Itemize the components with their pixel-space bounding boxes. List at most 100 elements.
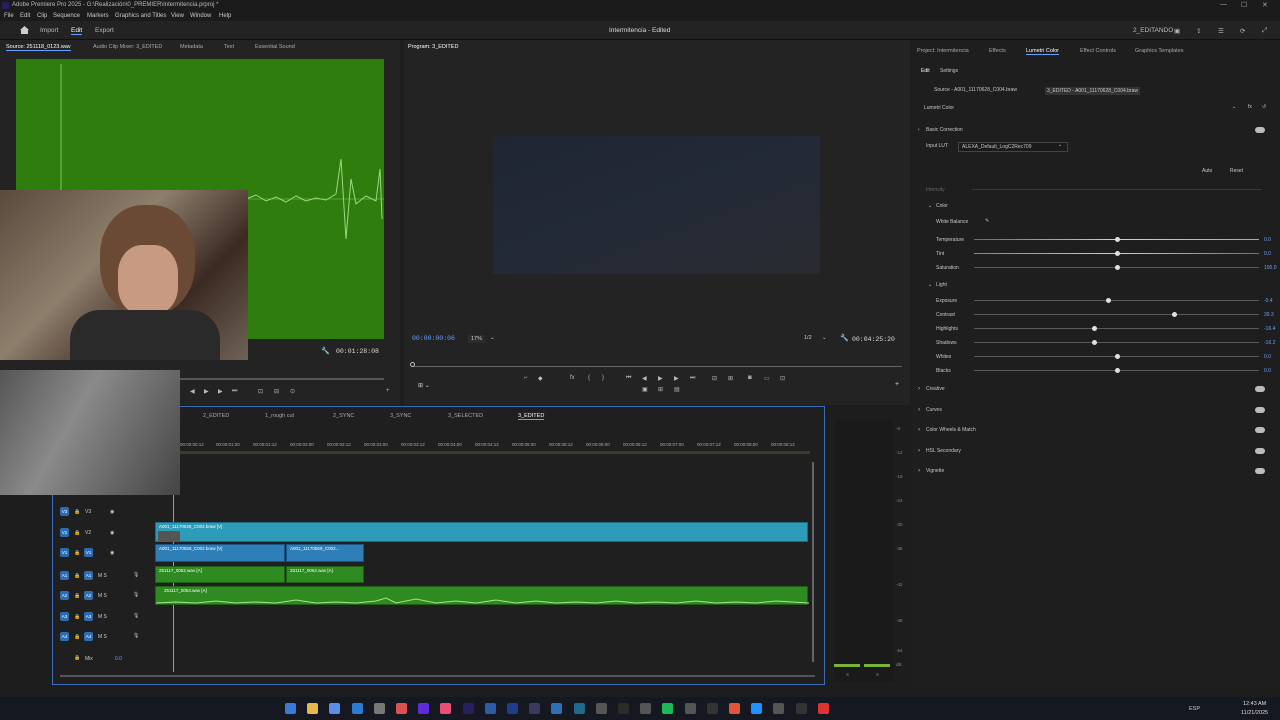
tab-import[interactable]: Import [40, 27, 58, 34]
menu-edit[interactable]: Edit [20, 13, 30, 19]
panels-icon[interactable]: ☰ [1218, 27, 1224, 35]
multicam-icon[interactable]: ▤ [674, 386, 680, 393]
tab-project[interactable]: Project: Intermitencia [917, 48, 969, 54]
meter-solo-left[interactable]: S [846, 672, 849, 677]
mic-icon[interactable]: 🎙 [133, 592, 139, 598]
extract-icon[interactable]: ⊞ [728, 375, 733, 382]
slider-value[interactable]: 0.0 [1264, 251, 1271, 257]
resolution-select[interactable]: 1/2 [804, 335, 812, 341]
section-toggle[interactable] [1255, 427, 1265, 433]
input-lut-chevron-icon[interactable]: ⌄ [1058, 142, 1062, 148]
reset-effect-icon[interactable]: ↺ [1262, 104, 1266, 110]
tab-lumetri[interactable]: Lumetri Color [1026, 48, 1060, 55]
mute-solo-icon[interactable]: M S [98, 614, 107, 620]
tab-effect-controls[interactable]: Effect Controls [1080, 48, 1116, 54]
slider-value[interactable]: 100.0 [1264, 265, 1277, 271]
tab-seq-2-sync[interactable]: 2_SYNC [333, 413, 354, 419]
slider-knob[interactable] [1091, 340, 1097, 345]
auto-button[interactable]: Auto [1202, 168, 1212, 174]
step-back-icon[interactable]: ◀ [190, 388, 195, 395]
step-back-program-icon[interactable]: ◀ [642, 375, 647, 382]
out-point-icon[interactable]: } [602, 375, 604, 381]
taskbar-app-icon[interactable] [440, 703, 452, 714]
timeline-ruler-bar[interactable] [155, 451, 810, 454]
mic-icon[interactable]: 🎙 [133, 613, 139, 619]
section-chevron-icon[interactable]: › [918, 468, 920, 474]
clip-v1a[interactable]: A001_11170559_C002.braw [V] [155, 544, 285, 562]
track-v2-tag[interactable]: V2 [60, 528, 69, 537]
resolution-chevron-icon[interactable]: ⌄ [822, 335, 827, 341]
taskbar-app-icon[interactable] [573, 703, 585, 714]
slider-highlights[interactable] [974, 328, 1259, 329]
slider-knob[interactable] [1114, 237, 1120, 242]
lock-icon[interactable]: 🔒 [74, 573, 80, 579]
section-toggle[interactable] [1255, 468, 1265, 474]
marker-icon[interactable]: ◆ [538, 375, 543, 382]
fx-icon[interactable]: fx [570, 375, 575, 381]
slider-knob[interactable] [1114, 265, 1120, 270]
taskbar-app-icon[interactable] [484, 703, 496, 714]
track-a2-tag[interactable]: A2 [60, 591, 69, 600]
taskbar-app-icon[interactable] [551, 703, 563, 714]
section-light[interactable]: Light [936, 282, 947, 288]
workspace-name[interactable]: 2_EDITANDO [1133, 27, 1173, 34]
progress-icon[interactable]: ⟳ [1240, 27, 1245, 35]
lock-icon[interactable]: 🔒 [74, 614, 80, 620]
track-v1-tag[interactable]: V1 [60, 548, 69, 557]
source-clip-selector[interactable]: Source - A001_11170628_C004.braw [934, 87, 1017, 93]
eye-icon[interactable]: ◉ [110, 550, 114, 556]
section-color[interactable]: Color [936, 203, 948, 209]
mute-solo-icon[interactable]: M S [98, 593, 107, 599]
effect-chevron-icon[interactable]: ⌄ [1232, 104, 1236, 110]
tab-metadata[interactable]: Metadata [180, 44, 203, 50]
section-chevron-icon[interactable]: › [918, 386, 920, 392]
menu-clip[interactable]: Clip [37, 13, 47, 19]
taskbar-app-icon[interactable] [351, 703, 363, 714]
safe-margin-icon[interactable]: ⊞ [658, 386, 663, 393]
add-button-icon[interactable]: + [386, 388, 390, 394]
section-chevron-icon[interactable]: › [918, 427, 920, 433]
effect-name[interactable]: Lumetri Color [924, 105, 954, 111]
timeline-hscroll[interactable] [60, 675, 815, 677]
lock-icon[interactable]: 🔒 [74, 634, 80, 640]
section-toggle[interactable] [1255, 406, 1265, 413]
taskbar-app-icon[interactable] [462, 703, 474, 714]
clock-time[interactable]: 12:43 AM [1243, 701, 1266, 707]
go-in-icon[interactable]: ⏮ [626, 375, 631, 382]
compare-icon[interactable]: ▭ [764, 375, 770, 382]
section-chevron-icon[interactable]: › [918, 407, 920, 413]
mix-value[interactable]: 0.0 [115, 656, 122, 662]
track-v3-tag[interactable]: V3 [60, 507, 69, 516]
slider-exposure[interactable] [974, 300, 1259, 301]
tab-seq-2-edited[interactable]: 2_EDITED [203, 413, 229, 419]
slider-value[interactable]: -16.2 [1264, 340, 1275, 346]
slider-value[interactable]: -16.4 [1264, 326, 1275, 332]
clock-date[interactable]: 11/21/2025 [1241, 710, 1268, 716]
slider-knob[interactable] [1105, 298, 1111, 303]
insert-icon[interactable]: ⊡ [258, 388, 263, 395]
slider-value[interactable]: 39.3 [1264, 312, 1274, 318]
taskbar-app-icon[interactable] [640, 703, 652, 714]
playhead-marker[interactable] [410, 362, 415, 367]
slider-knob[interactable] [1171, 312, 1177, 317]
timeline-vscroll[interactable] [812, 462, 814, 662]
slider-value[interactable]: -0.4 [1264, 298, 1273, 304]
lock-icon[interactable]: 🔒 [74, 530, 80, 536]
menu-view[interactable]: View [171, 13, 184, 19]
tab-program[interactable]: Program: 3_EDITED [408, 44, 458, 50]
tab-edit[interactable]: Edit [71, 27, 83, 35]
menu-file[interactable]: File [4, 13, 14, 19]
lift-icon[interactable]: ⊟ [712, 375, 717, 382]
meter-solo-right[interactable]: S [876, 672, 879, 677]
program-settings-icon[interactable]: ⊞ ⌄ [418, 382, 430, 389]
slider-value[interactable]: 0.0 [1264, 237, 1271, 243]
lock-icon[interactable]: 🔒 [74, 593, 80, 599]
slider-value[interactable]: 0.0 [1264, 354, 1271, 360]
tab-audio-mixer[interactable]: Audio Clip Mixer: 3_EDITED [93, 44, 162, 50]
overwrite-icon[interactable]: ⊟ [274, 388, 279, 395]
in-point-icon[interactable]: { [588, 375, 590, 381]
slider-shadows[interactable] [974, 342, 1259, 343]
tab-text[interactable]: Text [224, 44, 234, 50]
section-hsl-secondary[interactable]: HSL Secondary [926, 448, 961, 454]
tab-essential-sound[interactable]: Essential Sound [255, 44, 295, 50]
